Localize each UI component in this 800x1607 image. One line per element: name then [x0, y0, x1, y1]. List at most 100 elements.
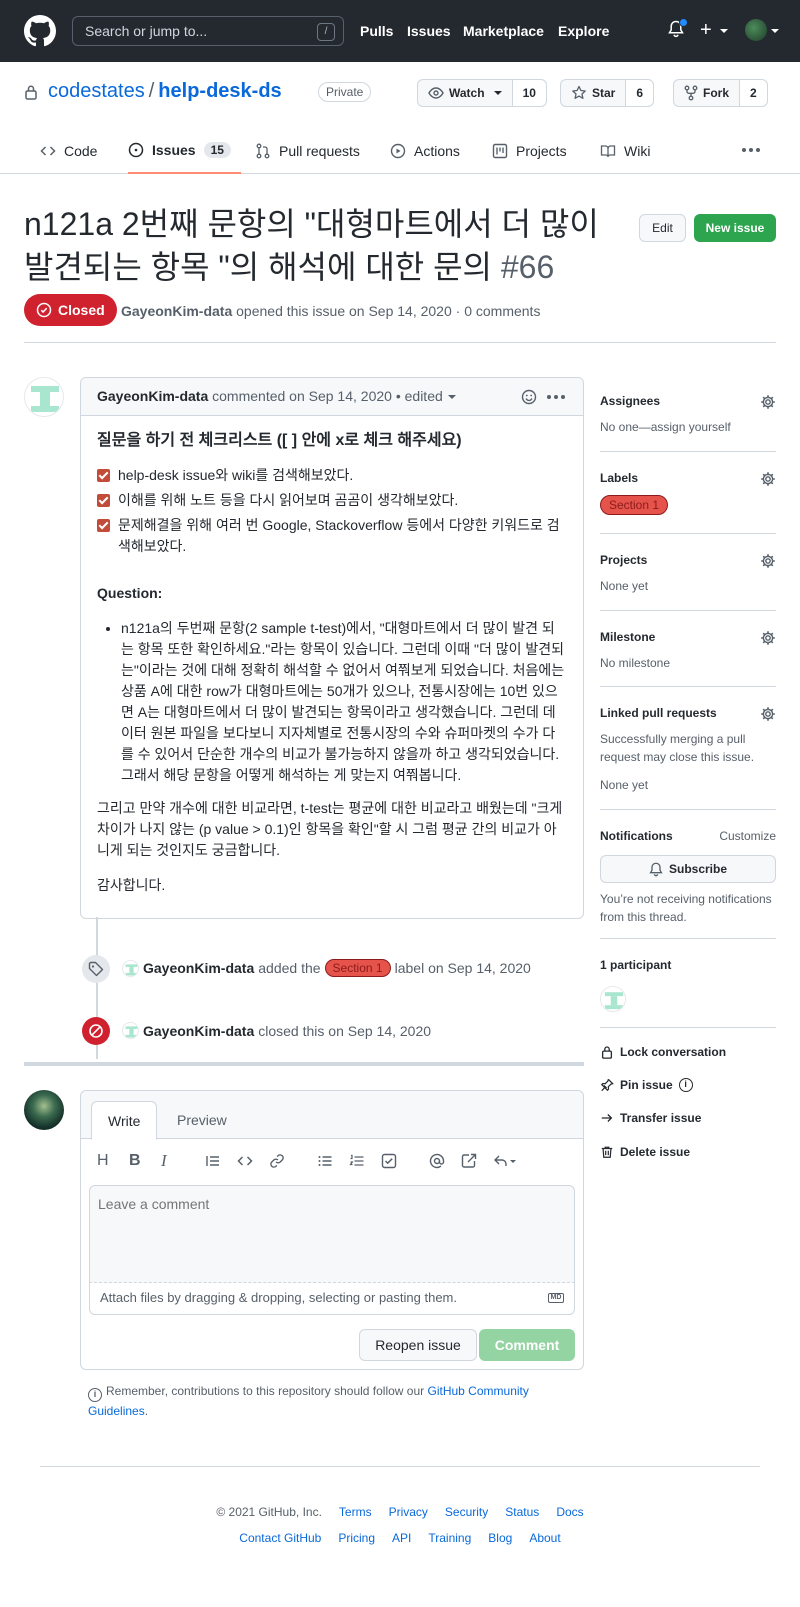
reopen-issue-button[interactable]: Reopen issue [359, 1329, 477, 1361]
task-list-icon[interactable] [381, 1151, 397, 1171]
footer-link-training[interactable]: Training [428, 1531, 471, 1545]
footer-link-terms[interactable]: Terms [339, 1505, 372, 1519]
lock-conversation-button[interactable]: Lock conversation [600, 1045, 726, 1059]
mention-icon[interactable] [429, 1151, 445, 1171]
fork-count[interactable]: 2 [740, 80, 767, 106]
info-icon[interactable]: i [678, 1078, 693, 1092]
create-new-icon[interactable]: + [700, 20, 712, 40]
nav-marketplace[interactable]: Marketplace [463, 23, 544, 39]
question-bullet: n121a의 두번째 문항(2 sample t-test)에서, "대형마트에… [121, 618, 567, 786]
gear-icon [761, 395, 775, 409]
more-tabs-icon[interactable] [742, 148, 760, 152]
issue-author-link[interactable]: GayeonKim-data [121, 303, 232, 319]
footer-link-status[interactable]: Status [505, 1505, 539, 1519]
search-input[interactable]: Search or jump to... / [72, 16, 344, 46]
actor-avatar[interactable] [122, 1022, 139, 1039]
nav-explore[interactable]: Explore [558, 23, 609, 39]
fork-button[interactable]: Fork [674, 80, 741, 106]
reply-icon[interactable] [493, 1151, 517, 1171]
divider [24, 342, 776, 343]
comment-textarea[interactable] [89, 1185, 575, 1283]
quote-icon[interactable] [205, 1151, 221, 1171]
tab-label: Pull requests [279, 143, 360, 159]
chevron-down-icon[interactable] [720, 29, 728, 33]
edited-indicator[interactable]: • edited [396, 388, 443, 404]
sidebar-title[interactable]: Assignees [600, 394, 776, 408]
footer-link-api[interactable]: API [392, 1531, 411, 1545]
actor-avatar[interactable] [122, 959, 139, 977]
comment-timestamp[interactable]: commented on Sep 14, 2020 [212, 388, 392, 404]
bold-icon[interactable]: B [129, 1151, 141, 1171]
participant-avatar[interactable] [600, 986, 626, 1012]
italic-icon[interactable]: I [161, 1151, 167, 1171]
tab-pull-requests[interactable]: Pull requests [255, 128, 360, 174]
tab-code[interactable]: Code [40, 128, 97, 174]
checklist-item: 이해를 위해 노트 등을 다시 읽어보며 곰곰이 생각해보았다. [97, 490, 567, 511]
footer-link-blog[interactable]: Blog [488, 1531, 512, 1545]
star-button[interactable]: Star [561, 80, 627, 106]
sidebar-title[interactable]: Labels [600, 471, 776, 485]
code-icon[interactable] [237, 1151, 253, 1171]
edit-title-button[interactable]: Edit [639, 214, 686, 242]
subscribe-button[interactable]: Subscribe [600, 855, 776, 883]
repo-owner-link[interactable]: codestates [48, 80, 145, 102]
nav-issues[interactable]: Issues [407, 23, 451, 39]
cross-reference-icon[interactable] [461, 1151, 477, 1171]
star-count[interactable]: 6 [626, 80, 654, 106]
tab-projects[interactable]: Projects [492, 128, 567, 174]
tab-preview[interactable]: Preview [161, 1101, 243, 1140]
footer-link-about[interactable]: About [529, 1531, 560, 1545]
comment-composer: Write Preview H B I Attach files by drag… [80, 1090, 584, 1370]
add-reaction-icon[interactable] [521, 389, 537, 405]
event-actor-link[interactable]: GayeonKim-data [143, 1023, 254, 1039]
tab-write[interactable]: Write [91, 1101, 158, 1140]
nav-pulls[interactable]: Pulls [360, 23, 393, 39]
footer-link-pricing[interactable]: Pricing [338, 1531, 375, 1545]
watch-count[interactable]: 10 [512, 80, 546, 106]
chevron-down-icon[interactable] [771, 29, 779, 33]
bulleted-list-icon[interactable] [317, 1151, 333, 1171]
assign-yourself-link[interactable]: No one—assign yourself [600, 418, 776, 436]
markdown-icon[interactable]: MD [548, 1293, 564, 1303]
checkbox-checked[interactable] [97, 469, 110, 482]
event-actor-link[interactable]: GayeonKim-data [143, 960, 254, 976]
tab-actions[interactable]: Actions [390, 128, 460, 174]
watch-button[interactable]: Watch [418, 80, 513, 106]
current-user-avatar[interactable] [24, 1090, 64, 1130]
heading-icon[interactable]: H [97, 1151, 109, 1171]
sidebar-title[interactable]: Milestone [600, 630, 776, 644]
link-icon[interactable] [269, 1151, 285, 1171]
pin-issue-button[interactable]: Pin issue i [600, 1078, 693, 1092]
comment-author-link[interactable]: GayeonKim-data [97, 388, 208, 404]
copyright: © 2021 GitHub, Inc. [216, 1505, 322, 1519]
issue-meta: GayeonKim-data opened this issue on Sep … [121, 303, 540, 319]
checkbox-checked[interactable] [97, 494, 110, 507]
checkbox-checked[interactable] [97, 519, 110, 532]
customize-link[interactable]: Customize [719, 829, 776, 843]
github-logo-icon[interactable] [24, 15, 56, 47]
delete-issue-button[interactable]: Delete issue [600, 1145, 690, 1159]
user-avatar[interactable] [745, 19, 767, 41]
repo-name-link[interactable]: help-desk-ds [158, 80, 281, 102]
comment-options-icon[interactable] [547, 395, 565, 399]
chevron-down-icon[interactable] [447, 395, 456, 400]
transfer-issue-button[interactable]: Transfer issue [600, 1111, 701, 1125]
footer-link-contact[interactable]: Contact GitHub [239, 1531, 321, 1545]
footer-link-docs[interactable]: Docs [556, 1505, 583, 1519]
numbered-list-icon[interactable] [349, 1151, 365, 1171]
sidebar-title[interactable]: Linked pull requests [600, 706, 776, 720]
label-badge[interactable]: Section 1 [600, 495, 669, 515]
attach-files-bar[interactable]: Attach files by dragging & dropping, sel… [89, 1283, 575, 1315]
new-issue-button[interactable]: New issue [694, 214, 776, 242]
footer-link-privacy[interactable]: Privacy [389, 1505, 428, 1519]
tab-wiki[interactable]: Wiki [600, 128, 650, 174]
issue-number: #66 [500, 249, 555, 285]
action-label: Transfer issue [620, 1111, 702, 1125]
author-avatar[interactable] [24, 377, 64, 417]
tab-issues[interactable]: Issues 15 [128, 128, 241, 174]
sidebar-value: None yet [600, 579, 649, 593]
comment-submit-button[interactable]: Comment [479, 1329, 575, 1361]
footer-link-security[interactable]: Security [445, 1505, 488, 1519]
sidebar-title[interactable]: Projects [600, 553, 776, 567]
label-badge[interactable]: Section 1 [324, 959, 391, 977]
